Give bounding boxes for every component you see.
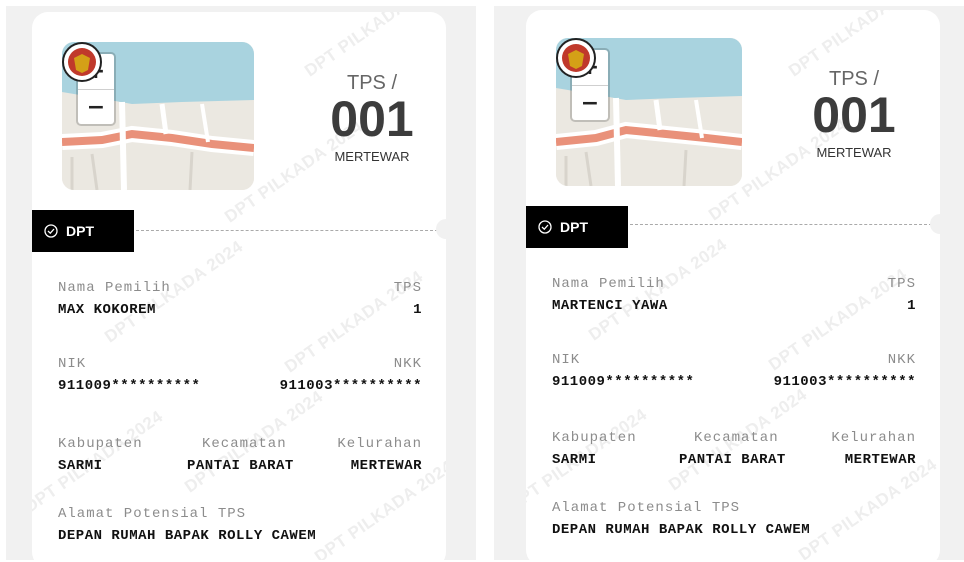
- voter-alamat: DEPAN RUMAH BAPAK ROLLY CAWEM: [552, 522, 811, 538]
- voter-nkk: 911003**********: [773, 374, 916, 390]
- field-label-kabupaten: Kabupaten: [58, 436, 143, 452]
- voter-card-panel-left: DPT PILKADA 2024 DPT PILKADA 2024 DPT PI…: [6, 6, 476, 560]
- tps-kelurahan: MERTEWAR: [334, 149, 410, 164]
- voter-card: DPT PILKADA 2024 DPT PILKADA 2024 DPT PI…: [32, 12, 446, 560]
- dashed-divider: [630, 224, 932, 225]
- voter-kabupaten: SARMI: [552, 452, 597, 468]
- tps-number: 001: [812, 87, 896, 143]
- watermark: DPT PILKADA 2024: [301, 12, 446, 81]
- voter-kabupaten: SARMI: [58, 458, 103, 474]
- voter-kecamatan: PANTAI BARAT: [679, 452, 786, 468]
- voter-alamat: DEPAN RUMAH BAPAK ROLLY CAWEM: [58, 528, 317, 544]
- field-label-kabupaten: Kabupaten: [552, 430, 637, 446]
- dpt-status-tag: DPT: [526, 206, 628, 248]
- check-circle-icon: [538, 220, 552, 234]
- tps-number: 001: [330, 91, 414, 147]
- field-label-nik: NIK: [58, 356, 87, 372]
- voter-nik: 911009**********: [552, 374, 695, 390]
- field-label-kelurahan: Kelurahan: [337, 436, 422, 452]
- watermark: DPT PILKADA 2024: [795, 454, 940, 560]
- field-label-kecamatan: Kecamatan: [202, 436, 287, 452]
- dpt-tag-label: DPT: [560, 219, 588, 235]
- voter-card: DPT PILKADA 2024 DPT PILKADA 2024 DPT PI…: [526, 10, 940, 560]
- voter-kecamatan: PANTAI BARAT: [187, 458, 294, 474]
- tps-map[interactable]: + −: [62, 42, 254, 190]
- field-label-nama: Nama Pemilih: [552, 276, 665, 292]
- field-label-kelurahan: Kelurahan: [831, 430, 916, 446]
- ticket-notch: [436, 219, 446, 239]
- zoom-out-button[interactable]: −: [572, 86, 608, 121]
- check-circle-icon: [44, 224, 58, 238]
- field-label-tps: TPS: [887, 276, 916, 292]
- dashed-divider: [136, 230, 438, 231]
- voter-nik: 911009**********: [58, 378, 201, 394]
- field-label-kecamatan: Kecamatan: [694, 430, 779, 446]
- voter-name: MARTENCI YAWA: [552, 298, 668, 314]
- tps-map[interactable]: + −: [556, 38, 742, 186]
- tps-header: TPS / 001 MERTEWAR: [302, 72, 442, 164]
- voter-nkk: 911003**********: [279, 378, 422, 394]
- field-label-alamat: Alamat Potensial TPS: [552, 500, 741, 516]
- dpt-status-tag: DPT: [32, 210, 134, 252]
- tps-kelurahan: MERTEWAR: [816, 145, 892, 160]
- field-label-nik: NIK: [552, 352, 581, 368]
- field-label-tps: TPS: [393, 280, 422, 296]
- field-label-alamat: Alamat Potensial TPS: [58, 506, 247, 522]
- voter-name: MAX KOKOREM: [58, 302, 156, 318]
- kpu-logo-icon: [62, 42, 102, 82]
- voter-tps: 1: [907, 298, 916, 314]
- ticket-notch: [930, 214, 940, 234]
- field-label-nama: Nama Pemilih: [58, 280, 171, 296]
- field-label-nkk: NKK: [393, 356, 422, 372]
- voter-kelurahan: MERTEWAR: [350, 458, 422, 474]
- zoom-out-button[interactable]: −: [78, 90, 114, 125]
- field-label-nkk: NKK: [887, 352, 916, 368]
- voter-kelurahan: MERTEWAR: [844, 452, 916, 468]
- dpt-tag-label: DPT: [66, 223, 94, 239]
- kpu-logo-icon: [556, 38, 596, 78]
- voter-card-panel-right: DPT PILKADA 2024 DPT PILKADA 2024 DPT PI…: [494, 6, 964, 560]
- tps-header: TPS / 001 MERTEWAR: [784, 68, 924, 160]
- voter-tps: 1: [413, 302, 422, 318]
